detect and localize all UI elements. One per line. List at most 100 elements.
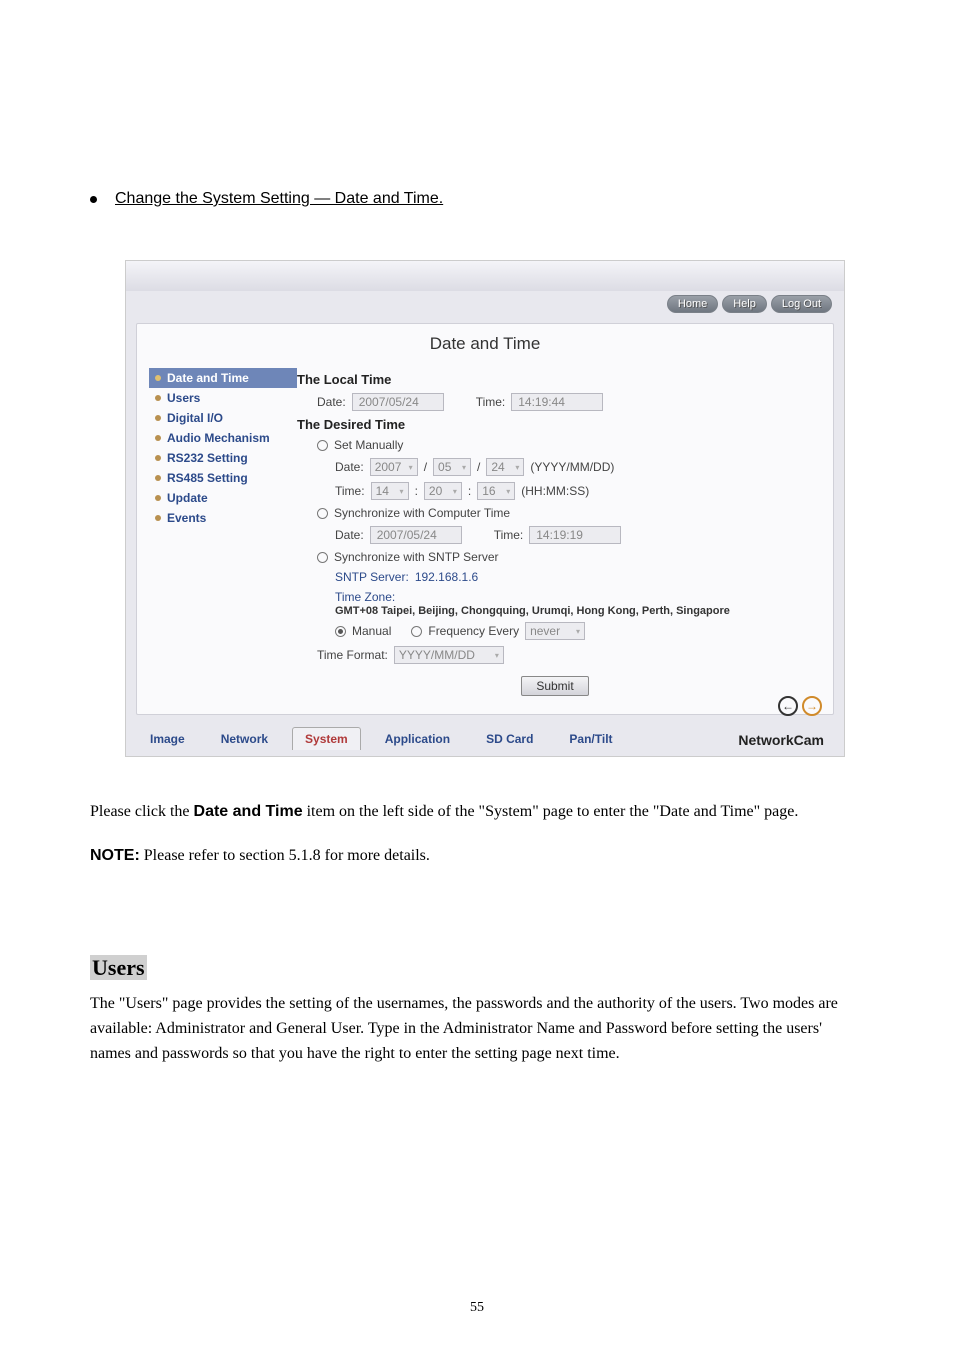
chevron-down-icon: ▾ (462, 463, 466, 472)
dot-icon (155, 415, 161, 421)
main-area: The Local Time Date: 2007/05/24 Time: 14… (297, 368, 833, 696)
brand-label: NetworkCam (738, 732, 824, 748)
desc-p1a: Please click the (90, 803, 194, 820)
local-date-field: 2007/05/24 (352, 393, 444, 411)
local-time-field: 14:19:44 (511, 393, 603, 411)
comp-date-label: Date: (335, 528, 364, 542)
top-nav: Home Help Log Out (126, 291, 844, 317)
sidebar-item-label: Audio Mechanism (167, 431, 270, 445)
tab-network[interactable]: Network (209, 728, 280, 750)
users-title: Users (90, 955, 147, 980)
tab-image[interactable]: Image (138, 728, 197, 750)
help-button[interactable]: Help (722, 295, 767, 313)
tab-pantilt[interactable]: Pan/Tilt (557, 728, 624, 750)
sidebar-item-rs232[interactable]: RS232 Setting (149, 448, 297, 468)
tab-system[interactable]: System (292, 727, 361, 750)
dot-icon (155, 475, 161, 481)
dot-icon (155, 515, 161, 521)
sep: / (477, 460, 480, 474)
tab-application[interactable]: Application (373, 728, 462, 750)
manual-month-select[interactable]: 05▾ (433, 458, 471, 476)
sntp-server-label: SNTP Server: (335, 570, 409, 584)
section-heading: Change the System Setting — Date and Tim… (90, 190, 443, 208)
sidebar-item-label: RS485 Setting (167, 471, 248, 485)
sidebar-item-update[interactable]: Update (149, 488, 297, 508)
manual-date-hint: (YYYY/MM/DD) (530, 460, 614, 474)
manual-time-label: Time: (335, 484, 365, 498)
dot-icon (155, 495, 161, 501)
sidebar-item-users[interactable]: Users (149, 388, 297, 408)
sidebar-item-events[interactable]: Events (149, 508, 297, 528)
page-number: 55 (0, 1300, 954, 1316)
sidebar-item-label: Date and Time (167, 371, 249, 385)
sync-computer-label: Synchronize with Computer Time (334, 506, 510, 520)
note-text: Please refer to section 5.1.8 for more d… (140, 847, 430, 864)
manual-mm-select[interactable]: 20▾ (424, 482, 462, 500)
manual-day-select[interactable]: 24▾ (486, 458, 524, 476)
sidebar-item-label: Events (167, 511, 206, 525)
heading-text: Change the System Setting — Date and Tim… (115, 190, 443, 208)
sntp-manual-radio[interactable] (335, 626, 346, 637)
chevron-down-icon: ▾ (400, 487, 404, 496)
users-heading: Users (90, 955, 290, 981)
comp-time-field: 14:19:19 (529, 526, 621, 544)
sidebar-item-audio[interactable]: Audio Mechanism (149, 428, 297, 448)
sidebar: Date and Time Users Digital I/O Audio Me… (137, 368, 297, 696)
manual-ss-select[interactable]: 16▾ (477, 482, 515, 500)
comp-date-field: 2007/05/24 (370, 526, 462, 544)
set-manually-label: Set Manually (334, 438, 403, 452)
comp-time-label: Time: (494, 528, 524, 542)
page-title: Date and Time (137, 334, 833, 354)
back-arrow-icon[interactable]: ← (778, 696, 798, 716)
sntp-server-value: 192.168.1.6 (415, 570, 478, 584)
sep: : (468, 484, 471, 498)
sidebar-item-label: Users (167, 391, 200, 405)
dot-icon (155, 375, 161, 381)
forward-arrow-icon[interactable]: → (802, 696, 822, 716)
note-label: NOTE: (90, 847, 140, 864)
submit-button[interactable]: Submit (521, 676, 588, 696)
sidebar-item-date-time[interactable]: Date and Time (149, 368, 297, 388)
users-body: The "Users" page provides the setting of… (90, 992, 860, 1066)
sntp-frequency-label: Frequency Every (428, 624, 519, 638)
manual-year-select[interactable]: 2007▾ (370, 458, 418, 476)
sidebar-item-label: Digital I/O (167, 411, 223, 425)
local-date-label: Date: (317, 395, 346, 409)
chevron-down-icon: ▾ (495, 651, 499, 660)
chevron-down-icon: ▾ (409, 463, 413, 472)
bullet-icon (90, 196, 97, 203)
tab-sdcard[interactable]: SD Card (474, 728, 545, 750)
set-manually-radio[interactable] (317, 440, 328, 451)
sidebar-item-label: RS232 Setting (167, 451, 248, 465)
sync-sntp-radio[interactable] (317, 552, 328, 563)
manual-hh-select[interactable]: 14▾ (371, 482, 409, 500)
sntp-frequency-radio[interactable] (411, 626, 422, 637)
dot-icon (155, 395, 161, 401)
sync-sntp-label: Synchronize with SNTP Server (334, 550, 499, 564)
sidebar-item-digital-io[interactable]: Digital I/O (149, 408, 297, 428)
window-titlebar (126, 261, 844, 291)
nav-arrows: ← → (778, 696, 822, 716)
sntp-frequency-select[interactable]: never▾ (525, 622, 585, 640)
logout-button[interactable]: Log Out (771, 295, 832, 313)
manual-date-label: Date: (335, 460, 364, 474)
sync-computer-radio[interactable] (317, 508, 328, 519)
sidebar-item-rs485[interactable]: RS485 Setting (149, 468, 297, 488)
chevron-down-icon: ▾ (506, 487, 510, 496)
bottom-tabs: Image Network System Application SD Card… (126, 725, 844, 756)
desc-p1b: item on the left side of the "System" pa… (303, 803, 799, 820)
desired-time-heading: The Desired Time (297, 417, 813, 432)
app-screenshot: Home Help Log Out Date and Time Date and… (125, 260, 845, 757)
local-time-label: Time: (476, 395, 506, 409)
sep: : (415, 484, 418, 498)
sidebar-item-label: Update (167, 491, 208, 505)
sntp-manual-label: Manual (352, 624, 391, 638)
chevron-down-icon: ▾ (515, 463, 519, 472)
chevron-down-icon: ▾ (453, 487, 457, 496)
time-format-select[interactable]: YYYY/MM/DD▾ (394, 646, 504, 664)
desc-p1-bold: Date and Time (194, 803, 303, 820)
chevron-down-icon: ▾ (576, 627, 580, 636)
time-format-label: Time Format: (317, 648, 388, 662)
home-button[interactable]: Home (667, 295, 718, 313)
dot-icon (155, 455, 161, 461)
